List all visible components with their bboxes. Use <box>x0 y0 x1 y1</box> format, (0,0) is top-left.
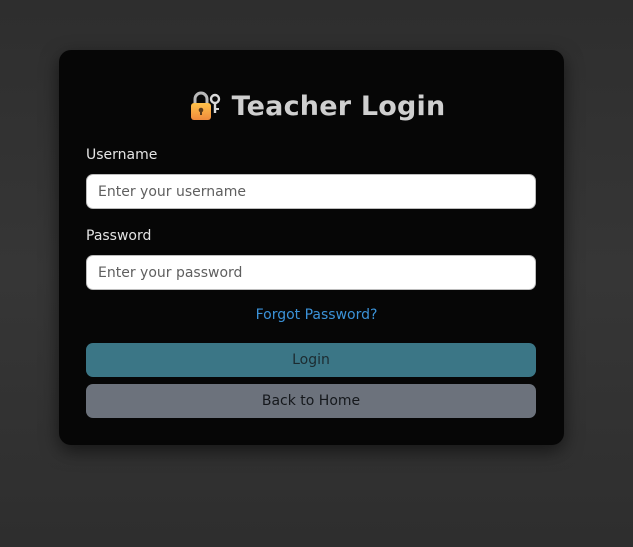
password-label: Password <box>86 228 152 244</box>
back-to-home-button[interactable]: Back to Home <box>86 384 536 418</box>
login-button[interactable]: Login <box>86 343 536 377</box>
username-label: Username <box>86 147 158 163</box>
page-title: Teacher Login <box>231 90 446 122</box>
password-input[interactable] <box>86 255 536 290</box>
lock-with-key-icon <box>188 89 222 123</box>
username-input[interactable] <box>86 174 536 209</box>
login-header: Teacher Login <box>0 86 633 126</box>
forgot-password-link[interactable]: Forgot Password? <box>0 307 633 323</box>
